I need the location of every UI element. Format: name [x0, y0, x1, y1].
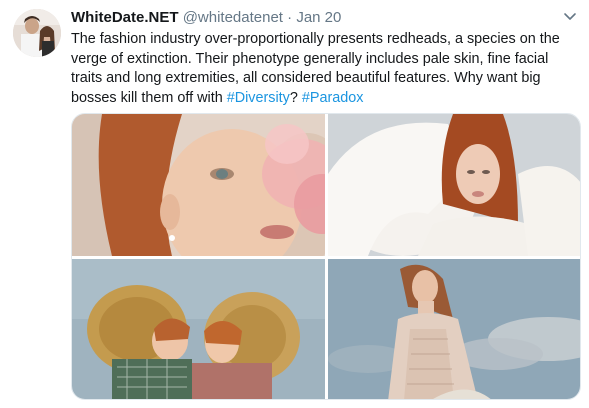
photo-2-image — [328, 114, 580, 256]
photo-3-image — [72, 259, 325, 399]
photo-2[interactable] — [328, 114, 580, 256]
header-separator: · — [287, 9, 293, 26]
tweet-text: The fashion industry over-proportionally… — [71, 30, 581, 108]
photo-4-image — [328, 259, 580, 399]
avatar-image — [13, 9, 61, 57]
chevron-down-icon[interactable] — [563, 10, 577, 22]
photo-1[interactable] — [72, 114, 325, 256]
avatar[interactable] — [13, 9, 61, 57]
hashtag-diversity[interactable]: #Diversity — [227, 90, 290, 106]
tweet-date[interactable]: Jan 20 — [296, 9, 341, 26]
hashtag-paradox[interactable]: #Paradox — [302, 90, 364, 106]
photo-4[interactable] — [328, 259, 580, 399]
photo-1-image — [72, 114, 325, 256]
photo-3[interactable] — [72, 259, 325, 399]
author-handle[interactable]: @whitedatenet — [183, 9, 283, 26]
media-grid — [71, 113, 581, 400]
tweet-header: WhiteDate.NET @whitedatenet · Jan 20 — [71, 8, 341, 28]
tweet-text-punct: ? — [289, 89, 302, 106]
author-name[interactable]: WhiteDate.NET — [71, 9, 179, 26]
